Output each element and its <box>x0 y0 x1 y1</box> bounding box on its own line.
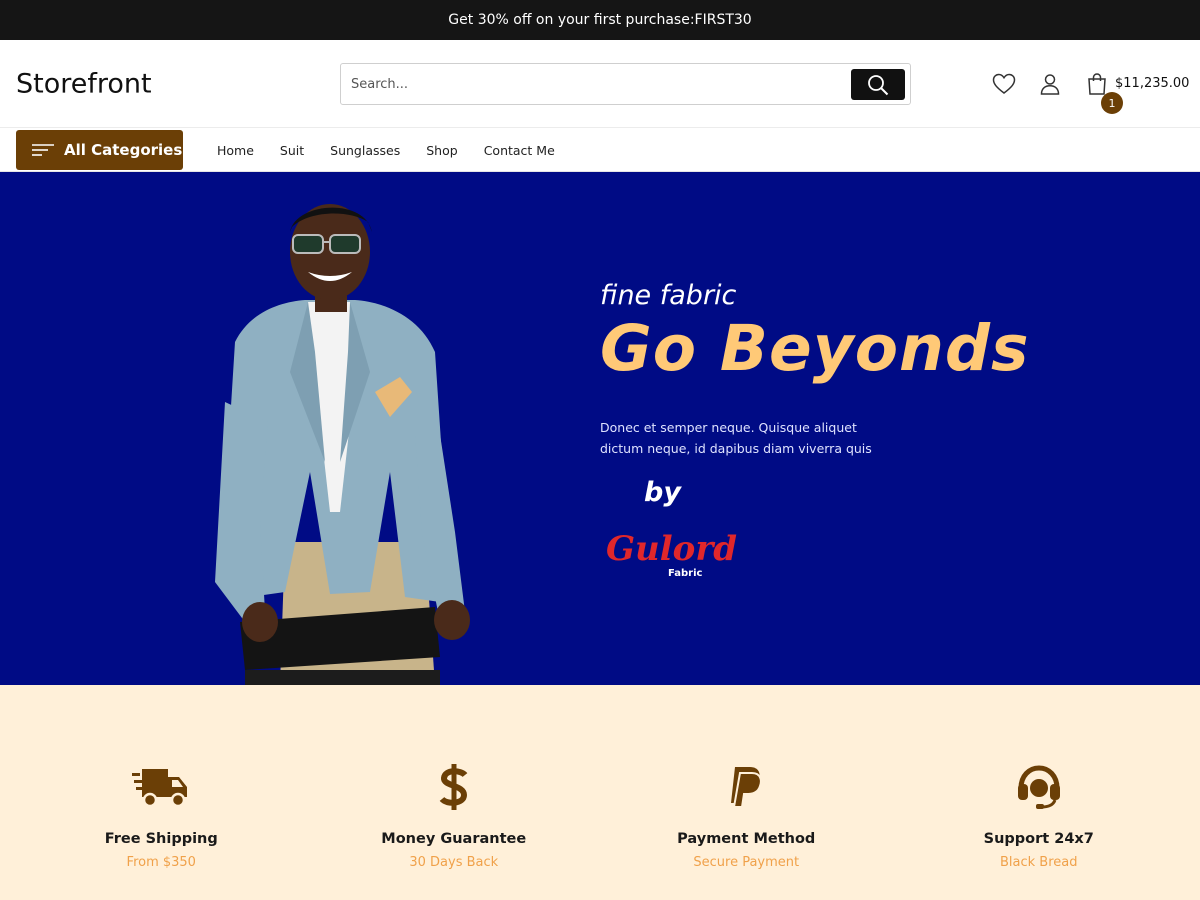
brand-logo[interactable]: Gulord Fabric <box>606 529 738 579</box>
feature-title: Free Shipping <box>104 831 218 847</box>
feature-title: Support 24x7 <box>983 831 1094 847</box>
hero-headline: Go Beyonds <box>600 312 1030 385</box>
paypal-icon <box>731 767 763 808</box>
dollar-icon <box>439 764 468 810</box>
search-input[interactable] <box>351 64 841 104</box>
nav-link-home[interactable]: Home <box>217 143 254 158</box>
site-logo[interactable]: Storefront <box>16 69 152 100</box>
promo-text: Get 30% off on your first purchase:FIRST… <box>448 12 752 28</box>
hero-eyebrow: fine fabric <box>600 280 737 311</box>
feature-subtitle: Black Bread <box>1000 855 1078 870</box>
all-categories-label: All Categories <box>64 141 183 159</box>
headset-icon <box>1017 765 1060 809</box>
hero-banner: fine fabric Go Beyonds Donec et semper n… <box>0 172 1200 685</box>
nav-link-contact[interactable]: Contact Me <box>484 143 555 158</box>
account-button[interactable] <box>1038 72 1062 96</box>
menu-icon <box>32 144 54 156</box>
cart-total[interactable]: $11,235.00 <box>1115 76 1189 91</box>
feature-subtitle: From $350 <box>126 855 196 870</box>
nav-link-suit[interactable]: Suit <box>280 143 304 158</box>
cart-button[interactable] <box>1085 72 1109 96</box>
brand-sub: Fabric <box>668 568 703 579</box>
promo-bar: Get 30% off on your first purchase:FIRST… <box>0 0 1200 40</box>
nav-link-shop[interactable]: Shop <box>426 143 457 158</box>
heart-icon <box>992 73 1016 94</box>
wishlist-button[interactable] <box>992 72 1016 96</box>
features-section: Free Shipping From $350 Money Guarantee … <box>0 685 1200 900</box>
shopping-bag-icon <box>1088 73 1106 95</box>
feature-subtitle: 30 Days Back <box>409 855 499 870</box>
search-bar <box>340 63 911 105</box>
feature-subtitle: Secure Payment <box>693 855 800 870</box>
main-nav: All Categories Home Suit Sunglasses Shop… <box>0 128 1200 172</box>
nav-link-sunglasses[interactable]: Sunglasses <box>330 143 400 158</box>
all-categories-button[interactable]: All Categories <box>16 130 183 170</box>
truck-icon <box>132 769 188 808</box>
hero-model-image <box>215 204 470 685</box>
feature-title: Money Guarantee <box>381 831 527 847</box>
search-icon <box>868 74 889 95</box>
cart-count-badge: 1 <box>1101 92 1123 114</box>
hero-by: by <box>644 477 681 508</box>
search-button[interactable] <box>851 69 905 100</box>
feature-support: Support 24x7 Black Bread <box>939 685 1139 900</box>
nav-links: Home Suit Sunglasses Shop Contact Me <box>217 128 581 172</box>
feature-free-shipping: Free Shipping From $350 <box>61 685 261 900</box>
user-icon <box>1040 74 1060 95</box>
brand-name: Gulord <box>606 529 738 569</box>
feature-title: Payment Method <box>677 831 816 847</box>
feature-payment-method: Payment Method Secure Payment <box>646 685 846 900</box>
site-header: Storefront 1 $11,235.00 <box>0 40 1200 128</box>
hero-description: Donec et semper neque. Quisque aliquet d… <box>600 420 872 456</box>
feature-money-guarantee: Money Guarantee 30 Days Back <box>354 685 554 900</box>
